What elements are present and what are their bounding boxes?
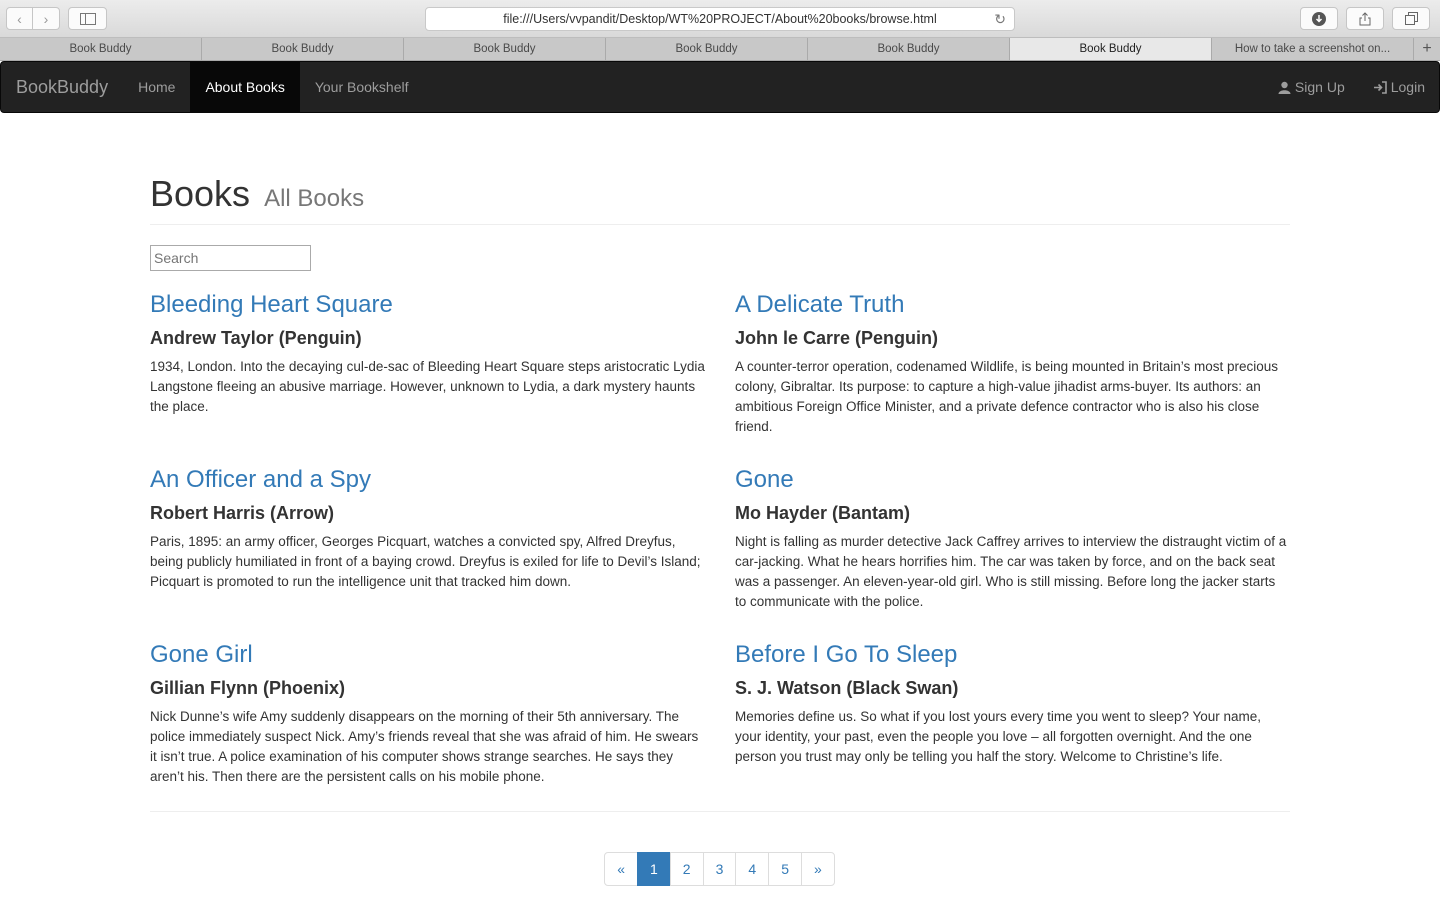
tab-bar: Book Buddy Book Buddy Book Buddy Book Buddy… bbox=[0, 38, 1440, 61]
book-author: S. J. Watson (Black Swan) bbox=[735, 678, 959, 698]
address-bar[interactable]: file:///Users/vvpandit/Desktop/WT%20PROJ… bbox=[425, 7, 1015, 31]
sidebar-toggle-button[interactable] bbox=[68, 7, 107, 30]
plus-icon: + bbox=[1422, 40, 1432, 57]
book-item: Bleeding Heart Square Andrew Taylor (Peng… bbox=[150, 289, 705, 464]
share-button[interactable] bbox=[1346, 7, 1384, 30]
browser-tab[interactable]: Book Buddy bbox=[404, 38, 606, 60]
chevron-right-icon: › bbox=[43, 10, 49, 27]
page-button[interactable]: 1 bbox=[637, 852, 671, 886]
search-input[interactable] bbox=[150, 245, 311, 271]
book-item: Gone Girl Gillian Flynn (Phoenix) Nick Dun… bbox=[150, 639, 705, 814]
signup-label: Sign Up bbox=[1294, 79, 1345, 95]
next-page-button[interactable]: » bbox=[800, 852, 835, 886]
page-button[interactable]: 3 bbox=[702, 852, 737, 886]
book-item: A Delicate Truth John le Carre (Penguin) A… bbox=[735, 289, 1290, 464]
book-item: An Officer and a Spy Robert Harris (Arrow… bbox=[150, 464, 705, 639]
sidebar-icon bbox=[79, 12, 96, 25]
book-title-link[interactable]: A Delicate Truth bbox=[735, 289, 1290, 321]
book-description: Paris, 1895: an army officer, Georges Pi… bbox=[150, 534, 701, 589]
book-author: Mo Hayder (Bantam) bbox=[735, 503, 911, 523]
book-description: 1934, London. Into the decaying cul-de-s… bbox=[150, 359, 705, 414]
book-author: Andrew Taylor (Penguin) bbox=[150, 328, 362, 348]
nav-about-books[interactable]: About Books bbox=[190, 62, 300, 112]
browser-tab[interactable]: Book Buddy bbox=[202, 38, 404, 60]
book-list: Bleeding Heart Square Andrew Taylor (Peng… bbox=[150, 289, 1290, 814]
book-title-link[interactable]: Bleeding Heart Square bbox=[150, 289, 705, 321]
nav-your-bookshelf[interactable]: Your Bookshelf bbox=[300, 62, 424, 112]
share-icon bbox=[1359, 11, 1371, 25]
page-header: Books All Books bbox=[150, 173, 1290, 225]
book-author: Robert Harris (Arrow) bbox=[150, 503, 335, 523]
book-title-link[interactable]: Gone Girl bbox=[150, 639, 705, 671]
book-title-link[interactable]: Before I Go To Sleep bbox=[735, 639, 1290, 671]
book-author: John le Carre (Penguin) bbox=[735, 328, 939, 348]
page-subtitle: All Books bbox=[264, 185, 365, 212]
page-button[interactable]: 5 bbox=[768, 852, 802, 886]
download-icon bbox=[1312, 11, 1326, 26]
login-icon bbox=[1373, 80, 1387, 94]
browser-toolbar: ‹ › file:///Users/vvpandit/Desktop/WT%20… bbox=[0, 0, 1440, 38]
forward-button[interactable]: › bbox=[33, 7, 60, 30]
downloads-button[interactable] bbox=[1300, 7, 1338, 30]
page-title-text: Books bbox=[150, 173, 251, 214]
browser-tab[interactable]: Book Buddy bbox=[0, 38, 202, 60]
brand-logo[interactable]: BookBuddy bbox=[1, 62, 123, 112]
page-button[interactable]: 4 bbox=[735, 852, 770, 886]
browser-tab[interactable]: Book Buddy bbox=[1010, 38, 1212, 60]
browser-tab[interactable]: Book Buddy bbox=[606, 38, 808, 60]
browser-tab[interactable]: How to take a screenshot on... bbox=[1212, 38, 1414, 60]
page-button[interactable]: 2 bbox=[669, 852, 704, 886]
book-item: Before I Go To Sleep S. J. Watson (Black … bbox=[735, 639, 1290, 814]
book-title-link[interactable]: An Officer and a Spy bbox=[150, 464, 705, 496]
prev-page-button[interactable]: « bbox=[604, 852, 638, 886]
book-description: A counter-terror operation, codenamed Wi… bbox=[735, 359, 1279, 434]
nav-home[interactable]: Home bbox=[123, 62, 190, 112]
book-title-link[interactable]: Gone bbox=[735, 464, 1290, 496]
tabs-icon bbox=[1404, 12, 1418, 25]
main-content: Books All Books Bleeding Heart Square And… bbox=[150, 113, 1290, 886]
pagination: «1 2 3 4 5» bbox=[150, 852, 1290, 886]
page-title: Books All Books bbox=[150, 173, 1290, 215]
tabs-overview-button[interactable] bbox=[1392, 7, 1430, 30]
history-buttons: ‹ › bbox=[6, 7, 60, 30]
login-label: Login bbox=[1390, 79, 1425, 95]
book-description: Memories define us. So what if you lost … bbox=[735, 709, 1262, 764]
reload-icon[interactable]: ↻ bbox=[994, 11, 1006, 28]
user-icon bbox=[1278, 81, 1291, 94]
browser-tab[interactable]: Book Buddy bbox=[808, 38, 1010, 60]
back-button[interactable]: ‹ bbox=[6, 7, 33, 30]
url-text: file:///Users/vvpandit/Desktop/WT%20PROJ… bbox=[503, 12, 937, 26]
new-tab-button[interactable]: + bbox=[1414, 38, 1440, 60]
login-link[interactable]: Login bbox=[1359, 62, 1439, 112]
chevron-left-icon: ‹ bbox=[17, 10, 22, 27]
book-description: Night is falling as murder detective Jac… bbox=[735, 534, 1287, 609]
book-author: Gillian Flynn (Phoenix) bbox=[150, 678, 346, 698]
book-item: Gone Mo Hayder (Bantam) Night is falling a… bbox=[735, 464, 1290, 639]
signup-link[interactable]: Sign Up bbox=[1264, 62, 1359, 112]
main-navbar: BookBuddy Home About Books Your Bookshel… bbox=[0, 61, 1440, 113]
book-description: Nick Dunne’s wife Amy suddenly disappear… bbox=[150, 709, 699, 784]
